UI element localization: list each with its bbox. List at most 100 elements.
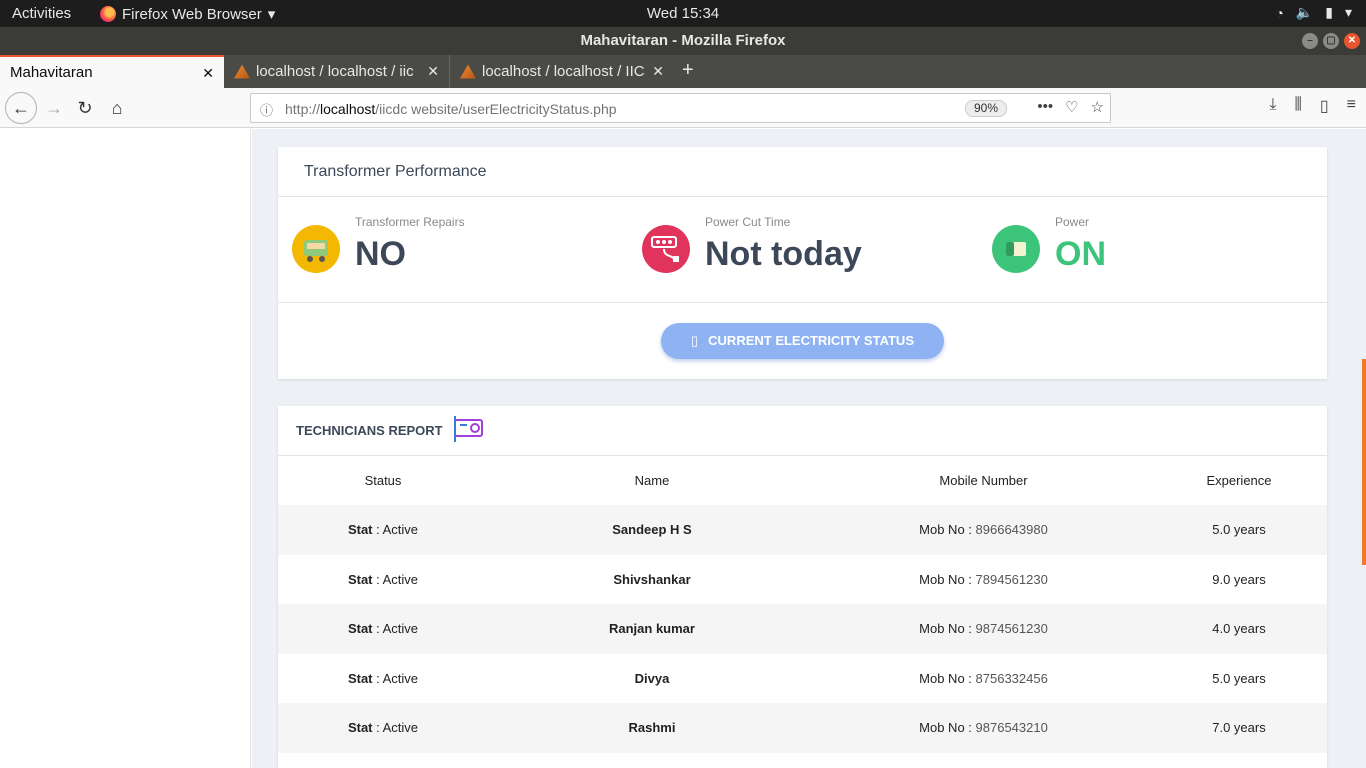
- url-text[interactable]: http://localhost/iicdc website/userElect…: [285, 101, 617, 117]
- page-content: Transformer Performance Transformer Repa…: [0, 129, 1366, 768]
- name-cell: Shivshankar: [613, 571, 691, 587]
- status-cell: Stat : Active: [347, 571, 419, 587]
- info-icon[interactable]: ⓘ: [260, 100, 273, 119]
- navigation-toolbar: ← → ↻ ⌂ ⓘ http://localhost/iicdc website…: [0, 88, 1366, 128]
- sidebar-icon[interactable]: ▯: [1320, 96, 1329, 116]
- technicians-table-body: Stat : Active Sandeep H S Mob No : 8966643…: [278, 505, 1327, 753]
- status-cell: Stat : Active: [278, 703, 488, 753]
- experience-cell: 5.0 years: [1212, 670, 1266, 686]
- card-title: TECHNICIANS REPORT: [296, 423, 443, 438]
- table-row: Stat : Active Ranjan kumar Mob No : 987456…: [278, 604, 1327, 654]
- close-window-button[interactable]: ✕: [1344, 33, 1360, 49]
- forward-button[interactable]: →: [40, 94, 68, 122]
- mobile-cell: Mob No : 7894561230: [919, 571, 1048, 587]
- firefox-icon: [100, 6, 116, 22]
- stat-label: Transformer Repairs: [355, 215, 465, 229]
- minimize-button[interactable]: –: [1302, 33, 1318, 49]
- name-cell: Ranjan kumar: [488, 604, 816, 654]
- reload-button[interactable]: ↻: [71, 94, 99, 122]
- back-button[interactable]: ←: [5, 92, 37, 124]
- column-header: Mobile Number: [939, 473, 1028, 488]
- repairs-icon: [292, 225, 340, 273]
- mobile-cell: Mob No : 9874561230: [816, 604, 1151, 654]
- library-icon[interactable]: ⫼: [1294, 96, 1301, 116]
- pocket-icon[interactable]: ♡: [1065, 98, 1078, 116]
- table-header-row: Status Name Mobile Number Experience: [278, 456, 1327, 505]
- phpmyadmin-icon: [234, 64, 250, 79]
- activities-button[interactable]: Activities: [12, 5, 71, 22]
- wifi-icon: ◔: [1275, 4, 1284, 21]
- main-panel: Transformer Performance Transformer Repa…: [252, 129, 1366, 768]
- tab-label: localhost / localhost / IIC: [482, 63, 645, 80]
- experience-cell: 7.0 years: [1151, 703, 1327, 753]
- mobile-cell: Mob No : 8756332456: [919, 670, 1048, 686]
- close-tab-icon[interactable]: ✕: [427, 63, 439, 80]
- window-title: Mahavitaran - Mozilla Firefox: [580, 32, 786, 49]
- tab-label: localhost / localhost / iic: [256, 63, 414, 80]
- card-header: TECHNICIANS REPORT: [278, 406, 1327, 456]
- scrollbar-thumb[interactable]: [1362, 359, 1366, 565]
- close-tab-icon[interactable]: ✕: [652, 63, 664, 80]
- technician-card-icon: [451, 414, 485, 447]
- mobile-cell: Mob No : 9876543210: [816, 703, 1151, 753]
- status-cell: Stat : Active: [347, 670, 419, 686]
- stat-value: Not today: [705, 235, 862, 273]
- tab-mahavitaran[interactable]: Mahavitaran ✕: [0, 55, 224, 88]
- technicians-report-card: TECHNICIANS REPORT Status Name Mobile Nu…: [278, 406, 1327, 768]
- transformer-performance-card: Transformer Performance Transformer Repa…: [278, 147, 1327, 379]
- bookmark-star-icon[interactable]: ☆: [1091, 98, 1104, 116]
- stat-value: ON: [1055, 235, 1106, 273]
- menu-icon[interactable]: ≡: [1347, 96, 1356, 116]
- meter-icon: ▯: [691, 333, 699, 348]
- name-cell: Rashmi: [488, 703, 816, 753]
- table-row: Stat : Active Sandeep H S Mob No : 8966643…: [278, 505, 1327, 555]
- tab-localhost-1[interactable]: localhost / localhost / iic ✕: [224, 55, 449, 88]
- divider: [278, 302, 1327, 303]
- window-titlebar: Mahavitaran - Mozilla Firefox – ▢ ✕: [0, 27, 1366, 55]
- home-button[interactable]: ⌂: [103, 94, 131, 122]
- column-header: Experience: [1206, 473, 1272, 488]
- volume-icon: 🔈: [1295, 4, 1314, 20]
- name-cell: Divya: [634, 670, 670, 686]
- table-row: Stat : Active Rashmi Mob No : 9876543210 7.…: [278, 703, 1327, 753]
- button-label: CURRENT ELECTRICITY STATUS: [708, 333, 914, 348]
- maximize-button[interactable]: ▢: [1323, 33, 1339, 49]
- tab-label: Mahavitaran: [10, 64, 93, 81]
- app-menu-label: Firefox Web Browser: [122, 5, 262, 23]
- status-cell: Stat : Active: [278, 604, 488, 654]
- clock[interactable]: Wed 15:34: [647, 5, 719, 22]
- url-bar[interactable]: ⓘ http://localhost/iicdc website/userEle…: [250, 93, 1111, 123]
- downloads-icon[interactable]: ⤓: [1269, 96, 1276, 116]
- technicians-table: Status Name Mobile Number Experience Sta…: [278, 456, 1327, 753]
- plug-icon: [642, 225, 690, 273]
- left-sidebar: [0, 129, 251, 768]
- name-cell: Sandeep H S: [488, 505, 816, 555]
- close-tab-icon[interactable]: ✕: [202, 65, 214, 82]
- app-menu[interactable]: Firefox Web Browser ▾: [100, 5, 275, 23]
- page-actions-icon[interactable]: •••: [1037, 98, 1053, 116]
- status-cell: Stat : Active: [278, 505, 488, 555]
- experience-cell: 9.0 years: [1212, 571, 1266, 587]
- chevron-down-icon: ▾: [267, 6, 276, 23]
- system-tray[interactable]: ◔ 🔈 ▮ ▾: [1275, 4, 1352, 21]
- mobile-cell: Mob No : 8966643980: [816, 505, 1151, 555]
- battery-icon: [992, 225, 1040, 273]
- tab-strip: Mahavitaran ✕ localhost / localhost / ii…: [0, 55, 1366, 88]
- tab-localhost-2[interactable]: localhost / localhost / IIC ✕: [449, 55, 674, 88]
- zoom-indicator[interactable]: 90%: [965, 100, 1007, 117]
- battery-icon: ▮: [1325, 4, 1333, 20]
- card-title: Transformer Performance: [278, 147, 1327, 197]
- column-header: Name: [634, 473, 670, 488]
- experience-cell: 4.0 years: [1151, 604, 1327, 654]
- new-tab-button[interactable]: +: [682, 59, 694, 82]
- current-electricity-status-button[interactable]: ▯ CURRENT ELECTRICITY STATUS: [661, 323, 944, 359]
- stat-label: Power Cut Time: [705, 215, 791, 229]
- system-top-bar: Activities Firefox Web Browser ▾ Wed 15:…: [0, 0, 1366, 27]
- stat-label: Power: [1055, 215, 1090, 229]
- chevron-down-icon: ▾: [1344, 4, 1352, 20]
- experience-cell: 5.0 years: [1151, 505, 1327, 555]
- table-row: Stat : Active Shivshankar Mob No : 7894561…: [278, 555, 1327, 605]
- phpmyadmin-icon: [460, 64, 476, 79]
- stat-value: NO: [355, 235, 406, 273]
- table-row: Stat : Active Divya Mob No : 8756332456 5.0…: [278, 654, 1327, 704]
